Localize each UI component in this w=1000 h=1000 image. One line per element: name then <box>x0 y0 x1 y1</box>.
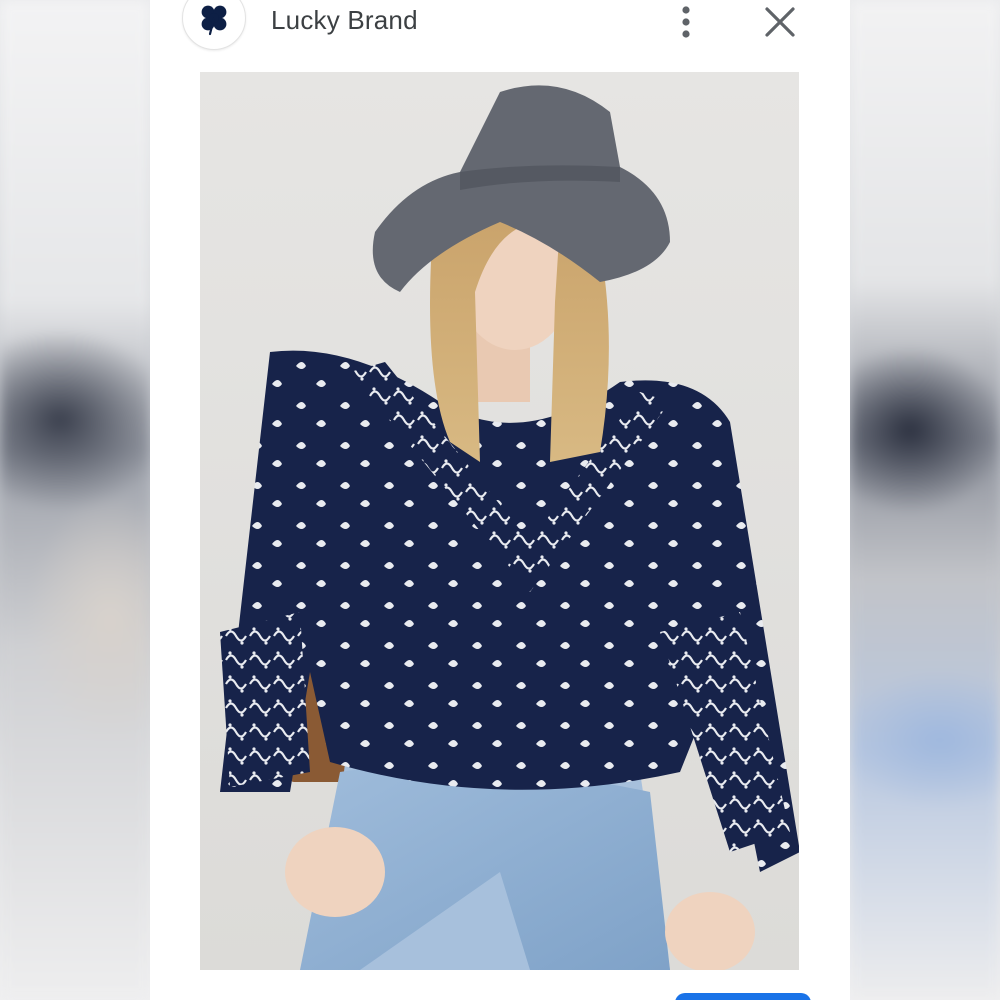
close-icon <box>765 7 795 37</box>
brand-name[interactable]: Lucky Brand <box>271 5 418 36</box>
close-button[interactable] <box>762 4 798 40</box>
brand-logo[interactable] <box>182 0 246 50</box>
product-photo <box>200 72 799 970</box>
product-image[interactable] <box>200 72 799 970</box>
viewer-header: Lucky Brand <box>150 0 850 72</box>
screen: Lucky Brand <box>0 0 1000 1000</box>
blurred-background-left <box>0 0 150 1000</box>
action-button[interactable] <box>675 993 811 1000</box>
image-viewer-sheet: Lucky Brand <box>150 0 850 1000</box>
four-leaf-clover-icon <box>201 5 227 36</box>
blurred-background-right <box>850 0 1000 1000</box>
more-options-button[interactable] <box>670 2 702 40</box>
more-vert-icon <box>682 6 690 38</box>
